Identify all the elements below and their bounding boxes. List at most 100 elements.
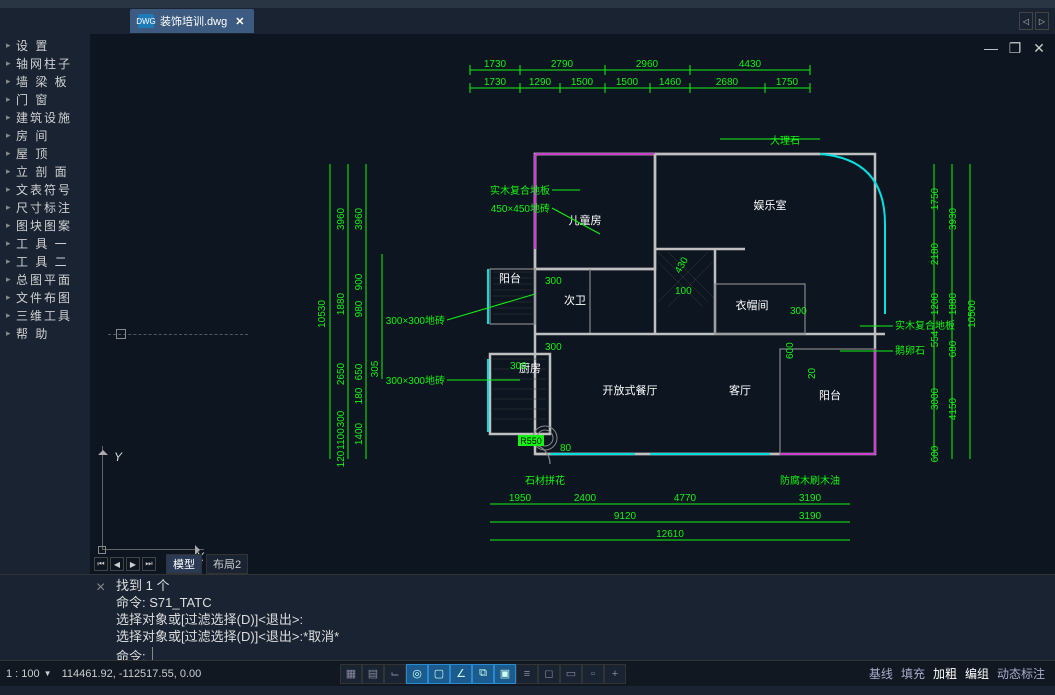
- sidebar-item-label: 工 具 二: [16, 253, 69, 270]
- sidebar-item-9[interactable]: ▸尺寸标注: [0, 198, 90, 216]
- minimize-icon[interactable]: —: [983, 40, 999, 57]
- tab-layout2[interactable]: 布局2: [206, 554, 248, 574]
- svg-text:305: 305: [370, 360, 381, 377]
- ortho-off-icon[interactable]: ⌙: [384, 664, 406, 684]
- sidebar-item-2[interactable]: ▸墙 梁 板: [0, 72, 90, 90]
- svg-text:R550: R550: [520, 436, 542, 446]
- svg-text:1730: 1730: [484, 77, 507, 88]
- close-tab-icon[interactable]: ✕: [233, 15, 246, 28]
- command-close-icon[interactable]: ×: [96, 579, 105, 596]
- polar-icon[interactable]: ∠: [450, 664, 472, 684]
- svg-text:1750: 1750: [930, 187, 941, 210]
- sidebar-item-11[interactable]: ▸工 具 一: [0, 234, 90, 252]
- file-tab[interactable]: DWG 装饰培训.dwg ✕: [130, 9, 254, 33]
- scale-selector[interactable]: 1 : 100▼: [6, 668, 52, 680]
- layout-last-icon[interactable]: ⏭: [142, 557, 156, 571]
- sidebar-item-15[interactable]: ▸三维工具: [0, 306, 90, 324]
- svg-text:阳台: 阳台: [499, 271, 521, 285]
- chevron-right-icon: ▸: [6, 130, 16, 141]
- tab-model[interactable]: 模型: [166, 554, 202, 574]
- command-history-line: 找到 1 个: [116, 577, 1045, 594]
- sidebar-item-label: 总图平面: [16, 271, 72, 288]
- sidebar-item-5[interactable]: ▸房 间: [0, 126, 90, 144]
- sidebar-item-8[interactable]: ▸文表符号: [0, 180, 90, 198]
- svg-text:600: 600: [930, 445, 941, 462]
- svg-text:2180: 2180: [930, 242, 941, 265]
- sidebar-item-12[interactable]: ▸工 具 二: [0, 252, 90, 270]
- layout-next-icon[interactable]: ▶: [126, 557, 140, 571]
- status-toggle-4[interactable]: 动态标注: [997, 665, 1045, 682]
- status-toggle-3[interactable]: 编组: [965, 665, 989, 682]
- sidebar-item-13[interactable]: ▸总图平面: [0, 270, 90, 288]
- svg-text:10500: 10500: [967, 300, 978, 328]
- command-history-line: 命令: S71_TATC: [116, 594, 1045, 611]
- sidebar-item-3[interactable]: ▸门 窗: [0, 90, 90, 108]
- sidebar-item-label: 屋 顶: [16, 145, 49, 162]
- sidebar-item-4[interactable]: ▸建筑设施: [0, 108, 90, 126]
- sidebar-item-1[interactable]: ▸轴网柱子: [0, 54, 90, 72]
- tool-a-icon[interactable]: ◻: [538, 664, 560, 684]
- chevron-right-icon: ▸: [6, 238, 16, 249]
- svg-text:2960: 2960: [636, 59, 659, 70]
- sidebar-item-10[interactable]: ▸图块图案: [0, 216, 90, 234]
- svg-text:客厅: 客厅: [729, 383, 751, 397]
- svg-text:2400: 2400: [574, 493, 597, 504]
- sidebar-item-label: 设 置: [16, 37, 49, 54]
- status-toggle-0[interactable]: 基线: [869, 665, 893, 682]
- svg-text:实木复合地板: 实木复合地板: [895, 319, 955, 332]
- close-window-icon[interactable]: ✕: [1031, 40, 1047, 57]
- svg-text:980: 980: [354, 300, 365, 317]
- sidebar-item-0[interactable]: ▸设 置: [0, 36, 90, 54]
- document-tabbar: DWG 装饰培训.dwg ✕ ◁ ▷: [0, 8, 1055, 34]
- tool-b-icon[interactable]: ▭: [560, 664, 582, 684]
- svg-text:1290: 1290: [529, 77, 552, 88]
- osnap-icon[interactable]: ▢: [428, 664, 450, 684]
- command-panel: × 找到 1 个命令: S71_TATC选择对象或[过滤选择(D)]<退出>:选…: [0, 574, 1055, 660]
- svg-text:1750: 1750: [776, 77, 799, 88]
- maximize-icon[interactable]: ❐: [1007, 40, 1023, 57]
- dyn-icon[interactable]: ▣: [494, 664, 516, 684]
- status-toggles: 基线填充加粗编组动态标注: [869, 665, 1045, 682]
- track-icon[interactable]: ⧉: [472, 664, 494, 684]
- grid2-icon[interactable]: ▤: [362, 664, 384, 684]
- chevron-right-icon: ▸: [6, 274, 16, 285]
- svg-text:1400: 1400: [354, 422, 365, 445]
- svg-text:1950: 1950: [509, 493, 532, 504]
- sidebar-item-6[interactable]: ▸屋 顶: [0, 144, 90, 162]
- sidebar-item-16[interactable]: ▸帮 助: [0, 324, 90, 342]
- tab-prev-icon[interactable]: ◁: [1019, 12, 1033, 30]
- svg-text:100: 100: [675, 286, 692, 297]
- sidebar-item-label: 图块图案: [16, 217, 72, 234]
- svg-text:实木复合地板: 实木复合地板: [490, 184, 550, 197]
- tool-c-icon[interactable]: ▫: [582, 664, 604, 684]
- svg-text:300: 300: [545, 342, 562, 353]
- svg-text:4150: 4150: [948, 397, 959, 420]
- grid-icon[interactable]: ▦: [340, 664, 362, 684]
- svg-text:4770: 4770: [674, 493, 697, 504]
- svg-text:600: 600: [785, 342, 796, 359]
- layout-first-icon[interactable]: ⏮: [94, 557, 108, 571]
- layout-prev-icon[interactable]: ◀: [110, 557, 124, 571]
- sidebar-item-14[interactable]: ▸文件布图: [0, 288, 90, 306]
- svg-text:1460: 1460: [659, 77, 682, 88]
- chevron-right-icon: ▸: [6, 292, 16, 303]
- svg-text:1730: 1730: [484, 59, 507, 70]
- svg-text:680: 680: [948, 340, 959, 357]
- sidebar-item-label: 建筑设施: [16, 109, 72, 126]
- svg-text:3930: 3930: [948, 207, 959, 230]
- file-tab-label: 装饰培训.dwg: [160, 13, 227, 29]
- tab-next-icon[interactable]: ▷: [1035, 12, 1049, 30]
- menubar: [0, 0, 1055, 8]
- status-toggle-1[interactable]: 填充: [901, 665, 925, 682]
- lineweight-icon[interactable]: ≡: [516, 664, 538, 684]
- sidebar-item-7[interactable]: ▸立 剖 面: [0, 162, 90, 180]
- svg-text:3960: 3960: [354, 207, 365, 230]
- svg-text:2790: 2790: [551, 59, 574, 70]
- status-toggle-2[interactable]: 加粗: [933, 665, 957, 682]
- tool-d-icon[interactable]: +: [604, 664, 626, 684]
- snap-icon[interactable]: ◎: [406, 664, 428, 684]
- svg-text:2680: 2680: [716, 77, 739, 88]
- chevron-right-icon: ▸: [6, 58, 16, 69]
- drawing-canvas[interactable]: — ❐ ✕ .dim-line{stroke:#12f412;stroke-wi…: [90, 34, 1055, 574]
- chevron-right-icon: ▸: [6, 328, 16, 339]
